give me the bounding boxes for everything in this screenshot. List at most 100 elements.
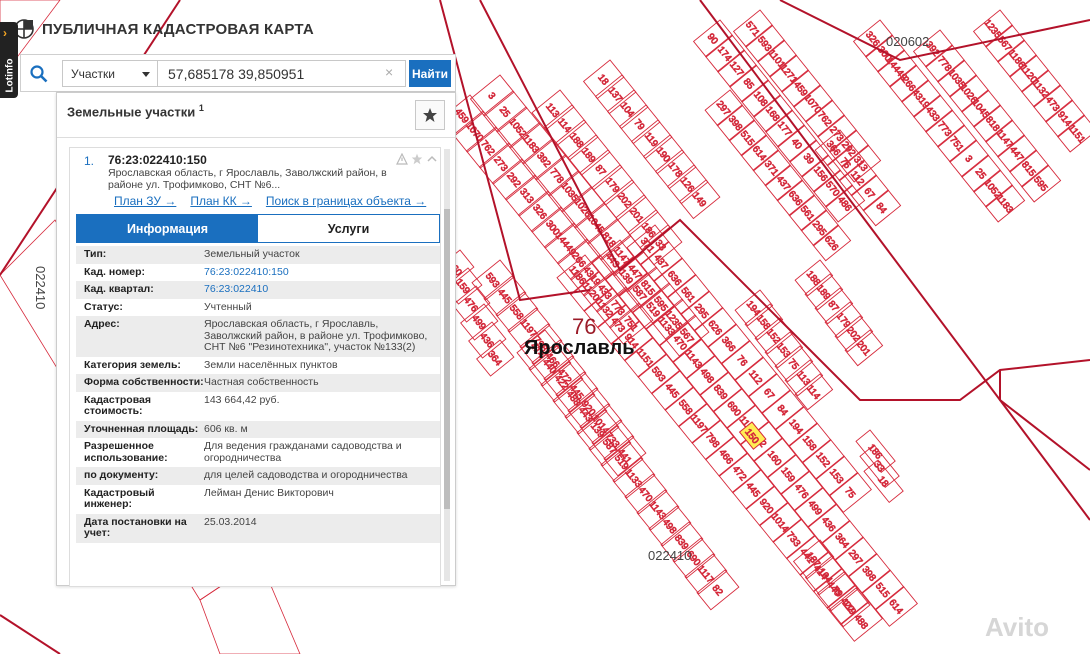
info-value: Для ведения гражданами садоводства и ого… [204, 440, 402, 464]
info-key: Категория земель: [84, 358, 181, 371]
info-value: Частная собственность [204, 376, 319, 388]
svg-text:179: 179 [603, 176, 622, 195]
svg-text:159: 159 [778, 465, 797, 484]
svg-text:104: 104 [618, 100, 637, 119]
svg-text:364: 364 [485, 349, 504, 368]
result-card: 1. 76:23:022410:150 Ярославская область,… [69, 147, 441, 587]
panel-scrollbar[interactable] [444, 149, 450, 581]
parcel[interactable]: 18 [863, 459, 904, 504]
svg-text:3: 3 [962, 154, 974, 165]
result-links: План ЗУ → План КК → Поиск в границах объ… [114, 194, 426, 208]
info-row: Адрес: Ярославская область, г Ярославль, … [76, 316, 440, 357]
svg-text:201: 201 [627, 206, 646, 225]
warning-icon[interactable] [396, 153, 408, 165]
chevron-right-icon: › [3, 26, 7, 40]
svg-text:18: 18 [875, 474, 890, 489]
info-value[interactable]: 76:23:022410:150 [204, 266, 440, 279]
svg-text:690: 690 [724, 399, 743, 418]
tab-services[interactable]: Услуги [258, 215, 439, 242]
info-row: Кадастровая стоимость: 143 664,42 руб. [76, 391, 440, 421]
find-button[interactable]: Найти [409, 60, 451, 87]
info-key: Кадастровая стоимость: [84, 393, 151, 417]
clear-icon[interactable]: × [385, 64, 393, 80]
favorite-button[interactable] [415, 100, 445, 130]
search-input[interactable] [158, 60, 406, 87]
info-key: Адрес: [84, 318, 120, 330]
svg-text:472: 472 [730, 464, 749, 483]
svg-text:614: 614 [886, 597, 905, 616]
svg-text:499: 499 [805, 498, 824, 517]
info-row: Статус: Учтенный [76, 298, 440, 316]
chevron-up-icon[interactable] [426, 153, 438, 165]
svg-text:76: 76 [734, 353, 749, 368]
svg-text:79: 79 [631, 117, 646, 132]
svg-text:178: 178 [666, 160, 685, 179]
svg-text:445: 445 [743, 480, 762, 499]
svg-text:636: 636 [665, 269, 684, 288]
svg-text:295: 295 [692, 302, 711, 321]
info-value: 25.03.2014 [204, 515, 257, 528]
info-value: 606 кв. м [204, 422, 248, 435]
tab-info[interactable]: Информация [77, 215, 258, 242]
quarter-label: 020602 [886, 34, 929, 49]
info-key: Форма собственности: [84, 376, 204, 388]
svg-text:25: 25 [497, 105, 512, 120]
info-key: Уточненная площадь: [84, 422, 199, 435]
quarter-boundary [999, 370, 1090, 471]
svg-text:202: 202 [615, 191, 634, 210]
svg-text:466: 466 [716, 447, 735, 466]
quarter-label: 022410 [648, 548, 691, 563]
svg-text:126: 126 [678, 175, 697, 194]
panel-title: Земельные участки 1 [67, 103, 204, 119]
star-outline-icon[interactable] [411, 153, 423, 165]
info-value: Земли населённых пунктов [204, 358, 338, 371]
info-row: Кад. номер: 76:23:022410:150 [76, 263, 440, 281]
svg-text:114: 114 [555, 116, 573, 135]
info-value: Ярославская область, г Ярославль, Заволж… [204, 318, 428, 353]
avito-watermark: Avito [985, 612, 1050, 642]
lotinfo-side-tab[interactable]: › Lotinfo [0, 22, 18, 98]
star-icon [423, 108, 437, 122]
svg-text:84: 84 [775, 403, 790, 418]
svg-text:160: 160 [765, 449, 784, 468]
search-type-select[interactable]: Участки [62, 60, 158, 87]
search-toggle-button[interactable] [24, 60, 54, 88]
svg-text:84: 84 [873, 201, 888, 216]
svg-text:188: 188 [567, 131, 586, 150]
plan-kk-link[interactable]: План КК → [190, 194, 252, 208]
scrollbar-thumb[interactable] [444, 209, 450, 509]
svg-text:149: 149 [690, 190, 709, 209]
svg-text:82: 82 [710, 583, 725, 598]
svg-text:515: 515 [873, 581, 892, 600]
search-in-bounds-link[interactable]: Поиск в границах объекта → [266, 194, 426, 208]
svg-text:839: 839 [711, 383, 730, 402]
svg-text:476: 476 [461, 295, 480, 314]
app-header: ПУБЛИЧНАЯ КАДАСТРОВАЯ КАРТА [14, 18, 314, 40]
info-row: по документу: для целей садоводства и ого… [76, 467, 440, 485]
svg-text:76: 76 [837, 156, 852, 171]
info-row: Категория земель: Земли населённых пункто… [76, 356, 440, 374]
quarter-label: 022410 [33, 266, 48, 309]
info-value: Земельный участок [204, 248, 300, 260]
info-row: Кадастровый инженер: Лейман Денис Викторо… [76, 484, 440, 514]
svg-text:158: 158 [800, 434, 819, 453]
plan-zu-link[interactable]: План ЗУ → [114, 194, 176, 208]
lotinfo-label: Lotinfo [4, 58, 16, 93]
svg-text:137: 137 [606, 85, 625, 104]
info-value[interactable]: 76:23:022410 [204, 283, 440, 296]
svg-text:152: 152 [813, 450, 832, 469]
svg-text:67: 67 [761, 386, 776, 401]
svg-text:25: 25 [973, 167, 988, 182]
info-value: Лейман Денис Викторович [204, 486, 334, 499]
svg-text:626: 626 [705, 318, 724, 337]
result-cadastral-number[interactable]: 76:23:022410:150 [108, 153, 207, 167]
svg-text:67: 67 [861, 186, 876, 201]
svg-text:476: 476 [792, 482, 811, 501]
info-row: Форма собственности: Частная собственност… [76, 374, 440, 392]
svg-text:398: 398 [859, 564, 878, 583]
svg-text:558: 558 [676, 398, 695, 417]
svg-text:798: 798 [703, 431, 722, 450]
svg-text:3: 3 [485, 91, 497, 102]
svg-text:114: 114 [804, 383, 822, 402]
result-count: 1 [198, 103, 204, 113]
